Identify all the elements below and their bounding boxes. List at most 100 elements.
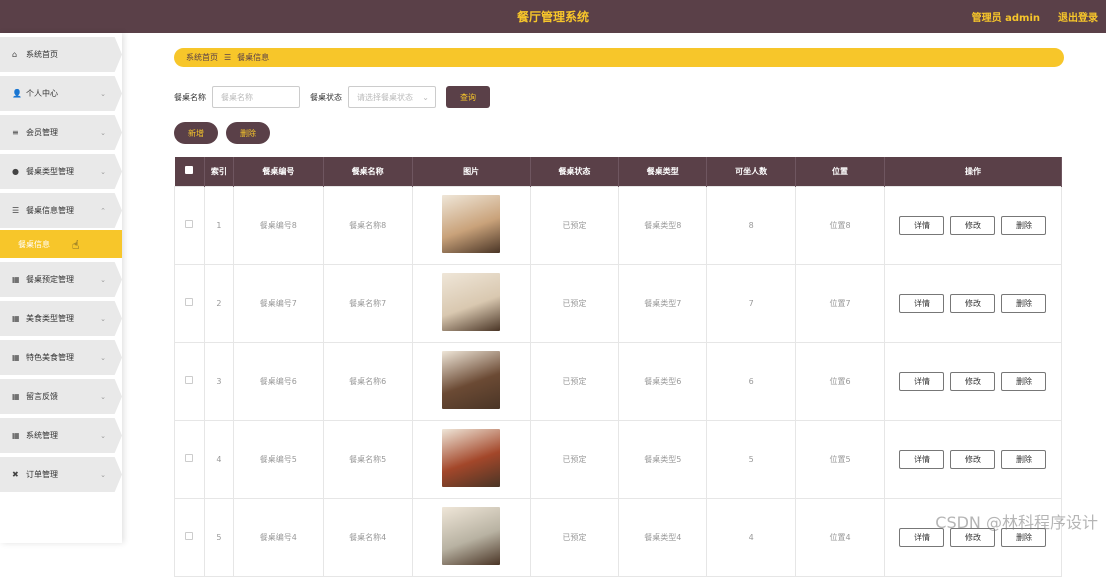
cell-code: 餐桌编号8 bbox=[233, 186, 323, 264]
cell-type: 餐桌类型8 bbox=[619, 186, 707, 264]
header-image: 图片 bbox=[412, 157, 530, 186]
sidebar-item-label: 美食类型管理 bbox=[26, 313, 74, 324]
header-code: 餐桌编号 bbox=[233, 157, 323, 186]
header-name: 餐桌名称 bbox=[323, 157, 412, 186]
edit-button[interactable]: 修改 bbox=[950, 450, 995, 469]
table-row: 5餐桌编号4餐桌名称4已预定餐桌类型44位置4详情修改删除 bbox=[175, 498, 1062, 576]
row-delete-button[interactable]: 删除 bbox=[1001, 294, 1046, 313]
chevron-icon: ⌄ bbox=[100, 393, 106, 401]
pin-icon: ● bbox=[12, 167, 24, 176]
top-bar: 餐厅管理系统 管理员 admin 退出登录 bbox=[0, 0, 1106, 33]
cell-code: 餐桌编号7 bbox=[233, 264, 323, 342]
edit-button[interactable]: 修改 bbox=[950, 294, 995, 313]
select-all-checkbox-cell[interactable] bbox=[175, 157, 205, 186]
cell-image bbox=[412, 186, 530, 264]
row-checkbox-cell[interactable] bbox=[175, 264, 205, 342]
detail-button[interactable]: 详情 bbox=[899, 372, 944, 391]
sidebar-item[interactable]: ☰餐桌信息管理⌃ bbox=[0, 193, 122, 228]
cell-seats: 4 bbox=[707, 498, 796, 576]
row-checkbox-cell[interactable] bbox=[175, 186, 205, 264]
sidebar-item-label: 留言反馈 bbox=[26, 391, 58, 402]
breadcrumb-current: 餐桌信息 bbox=[237, 52, 269, 63]
chevron-icon: ⌃ bbox=[100, 207, 106, 215]
main-content: 系统首页 ☰ 餐桌信息 餐桌名称 餐桌名称 餐桌状态 请选择餐桌状态 ⌄ 查询 … bbox=[122, 33, 1106, 543]
sidebar-item[interactable]: ≡会员管理⌄ bbox=[0, 115, 122, 150]
chevron-icon: ⌄ bbox=[100, 168, 106, 176]
action-buttons: 新增 删除 bbox=[174, 122, 270, 144]
sidebar-item[interactable]: ▦留言反馈⌄ bbox=[0, 379, 122, 414]
row-checkbox[interactable] bbox=[185, 220, 193, 228]
logout-link[interactable]: 退出登录 bbox=[1058, 9, 1098, 24]
cell-status: 已预定 bbox=[530, 420, 619, 498]
row-checkbox[interactable] bbox=[185, 532, 193, 540]
cell-operations: 详情修改删除 bbox=[884, 420, 1061, 498]
breadcrumb-home[interactable]: 系统首页 bbox=[186, 52, 218, 63]
table-photo bbox=[442, 195, 500, 253]
row-delete-button[interactable]: 删除 bbox=[1001, 450, 1046, 469]
cell-code: 餐桌编号4 bbox=[233, 498, 323, 576]
table-row: 3餐桌编号6餐桌名称6已预定餐桌类型66位置6详情修改删除 bbox=[175, 342, 1062, 420]
cell-image bbox=[412, 498, 530, 576]
chevron-icon: ⌄ bbox=[100, 315, 106, 323]
grid-icon: ▦ bbox=[12, 353, 24, 362]
chevron-icon: ⌄ bbox=[100, 90, 106, 98]
sidebar-item[interactable]: ▦系统管理⌄ bbox=[0, 418, 122, 453]
cell-location: 位置5 bbox=[796, 420, 885, 498]
header-seats: 可坐人数 bbox=[707, 157, 796, 186]
delete-button[interactable]: 删除 bbox=[226, 122, 270, 144]
chevron-icon: ⌄ bbox=[100, 432, 106, 440]
table-name-input[interactable]: 餐桌名称 bbox=[212, 86, 300, 108]
edit-button[interactable]: 修改 bbox=[950, 216, 995, 235]
query-button[interactable]: 查询 bbox=[446, 86, 490, 108]
search-bar: 餐桌名称 餐桌名称 餐桌状态 请选择餐桌状态 ⌄ 查询 bbox=[174, 86, 490, 108]
cell-type: 餐桌类型5 bbox=[619, 420, 707, 498]
header-right: 管理员 admin 退出登录 bbox=[972, 0, 1098, 33]
add-button[interactable]: 新增 bbox=[174, 122, 218, 144]
row-checkbox[interactable] bbox=[185, 454, 193, 462]
cell-status: 已预定 bbox=[530, 498, 619, 576]
table-header-row: 索引 餐桌编号 餐桌名称 图片 餐桌状态 餐桌类型 可坐人数 位置 操作 bbox=[175, 157, 1062, 186]
sidebar-item[interactable]: 👤个人中心⌄ bbox=[0, 76, 122, 111]
row-delete-button[interactable]: 删除 bbox=[1001, 372, 1046, 391]
sidebar-subitem-table-info[interactable]: 餐桌信息☝ bbox=[0, 230, 122, 258]
cell-index: 5 bbox=[204, 498, 233, 576]
sliders-icon: ☰ bbox=[12, 206, 24, 215]
watermark: CSDN @林科程序设计 bbox=[935, 509, 1098, 533]
table-status-select[interactable]: 请选择餐桌状态 ⌄ bbox=[348, 86, 436, 108]
app-title: 餐厅管理系统 bbox=[517, 8, 589, 25]
detail-button[interactable]: 详情 bbox=[899, 294, 944, 313]
sidebar-item[interactable]: ▦美食类型管理⌄ bbox=[0, 301, 122, 336]
sidebar: ⌂系统首页👤个人中心⌄≡会员管理⌄●餐桌类型管理⌄☰餐桌信息管理⌃餐桌信息☝▦餐… bbox=[0, 33, 122, 543]
cell-code: 餐桌编号5 bbox=[233, 420, 323, 498]
row-checkbox-cell[interactable] bbox=[175, 498, 205, 576]
cell-seats: 5 bbox=[707, 420, 796, 498]
row-checkbox[interactable] bbox=[185, 376, 193, 384]
ticket-icon: ✖ bbox=[12, 470, 24, 479]
sidebar-item-label: 特色美食管理 bbox=[26, 352, 74, 363]
sidebar-item[interactable]: ✖订单管理⌄ bbox=[0, 457, 122, 492]
grid-icon: ▦ bbox=[12, 431, 24, 440]
cell-name: 餐桌名称5 bbox=[323, 420, 412, 498]
sidebar-item[interactable]: ●餐桌类型管理⌄ bbox=[0, 154, 122, 189]
row-checkbox-cell[interactable] bbox=[175, 420, 205, 498]
row-checkbox-cell[interactable] bbox=[175, 342, 205, 420]
sidebar-item[interactable]: ▦特色美食管理 ⌄ bbox=[0, 340, 122, 375]
cell-index: 2 bbox=[204, 264, 233, 342]
cell-operations: 详情修改删除 bbox=[884, 264, 1061, 342]
detail-button[interactable]: 详情 bbox=[899, 216, 944, 235]
row-delete-button[interactable]: 删除 bbox=[1001, 216, 1046, 235]
breadcrumb: 系统首页 ☰ 餐桌信息 bbox=[174, 48, 1064, 67]
table-photo bbox=[442, 351, 500, 409]
chevron-icon: ⌄ bbox=[100, 471, 106, 479]
chevron-icon: ⌄ bbox=[100, 354, 106, 362]
select-all-checkbox[interactable] bbox=[185, 166, 193, 174]
sidebar-item[interactable]: ⌂系统首页 bbox=[0, 37, 122, 72]
sidebar-item-label: 餐桌预定管理 bbox=[26, 274, 74, 285]
header-operations: 操作 bbox=[884, 157, 1061, 186]
cell-name: 餐桌名称8 bbox=[323, 186, 412, 264]
sidebar-item[interactable]: ▦餐桌预定管理⌄ bbox=[0, 262, 122, 297]
detail-button[interactable]: 详情 bbox=[899, 450, 944, 469]
edit-button[interactable]: 修改 bbox=[950, 372, 995, 391]
cell-location: 位置7 bbox=[796, 264, 885, 342]
row-checkbox[interactable] bbox=[185, 298, 193, 306]
